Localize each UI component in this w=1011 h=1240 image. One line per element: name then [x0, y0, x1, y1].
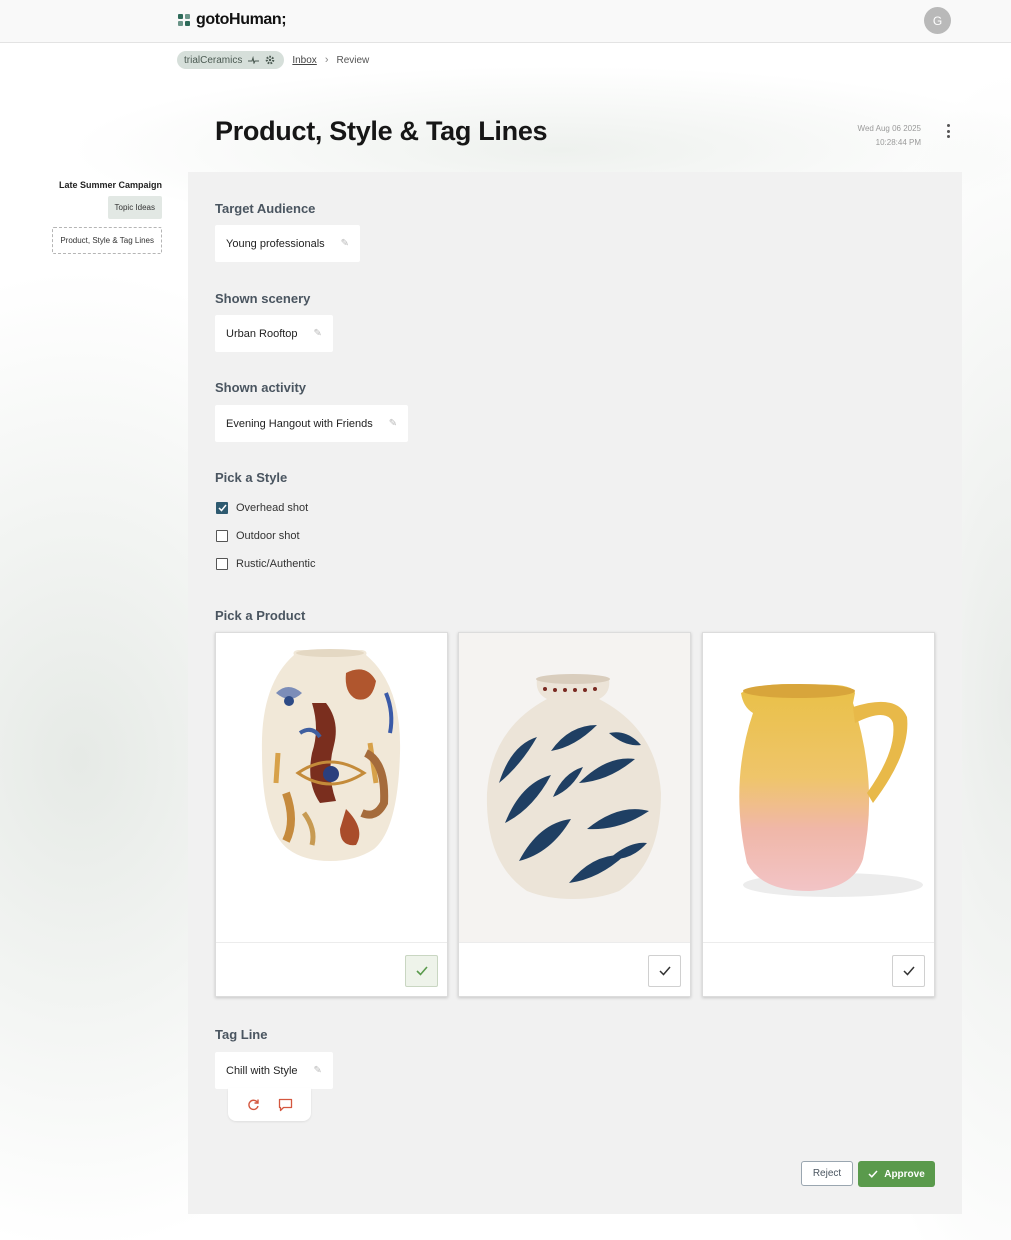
timestamp-date: Wed Aug 06 2025	[857, 124, 921, 133]
select-product-button[interactable]	[892, 955, 925, 987]
shown-activity-value: Evening Hangout with Friends	[226, 417, 373, 430]
breadcrumb-current: Review	[336, 54, 370, 66]
check-icon	[902, 966, 915, 976]
check-icon	[658, 966, 671, 976]
checkbox-icon[interactable]	[216, 558, 228, 570]
regenerate-icon[interactable]	[247, 1098, 260, 1111]
pencil-icon[interactable]: ✎	[314, 328, 322, 339]
target-audience-label: Target Audience	[215, 201, 316, 216]
pencil-icon[interactable]: ✎	[389, 418, 397, 429]
checkbox-checked-icon[interactable]	[216, 502, 228, 514]
chevron-right-icon: ›	[324, 54, 329, 66]
checkbox-icon[interactable]	[216, 530, 228, 542]
avatar[interactable]: G	[924, 7, 951, 34]
shown-activity-label: Shown activity	[215, 380, 307, 395]
page-title: Product, Style & Tag Lines	[215, 116, 548, 146]
breadcrumb-inbox-link[interactable]: Inbox	[292, 55, 316, 66]
tag-line-value: Chill with Style	[226, 1064, 298, 1077]
select-product-button[interactable]	[405, 955, 438, 987]
more-menu-icon[interactable]	[944, 124, 952, 138]
tag-line-tools	[228, 1088, 311, 1121]
product-card-pitcher[interactable]	[702, 632, 935, 997]
product-card-blue-leaf-vase[interactable]	[458, 632, 691, 997]
sidebar-item-topic-ideas[interactable]: Topic Ideas	[107, 196, 162, 219]
logo-mark-icon	[178, 13, 191, 27]
pick-product-label: Pick a Product	[215, 608, 306, 623]
timestamp: Wed Aug 06 2025 10:28:44 PM	[858, 122, 921, 150]
shown-scenery-label: Shown scenery	[215, 291, 311, 306]
timestamp-time: 10:28:44 PM	[875, 138, 921, 147]
product-image	[703, 633, 934, 942]
target-audience-value: Young professionals	[226, 237, 325, 250]
approve-label: Approve	[884, 1168, 925, 1180]
check-icon	[868, 1170, 878, 1178]
style-option-label: Overhead shot	[236, 502, 309, 514]
gear-icon[interactable]	[265, 55, 275, 65]
product-card-painted-vase[interactable]	[215, 632, 448, 997]
shown-scenery-field[interactable]: Urban Rooftop ✎	[215, 315, 333, 352]
style-option-label: Outdoor shot	[236, 530, 300, 542]
style-option-label: Rustic/Authentic	[236, 558, 316, 570]
logo-text: gotoHuman;	[196, 11, 287, 28]
tag-line-field[interactable]: Chill with Style ✎	[215, 1052, 333, 1089]
select-product-button[interactable]	[648, 955, 681, 987]
sidebar-heading: Late Summer Campaign	[58, 180, 162, 190]
switch-icon[interactable]	[248, 56, 260, 64]
comment-icon[interactable]	[278, 1098, 293, 1112]
product-card-footer	[703, 942, 934, 996]
product-image	[216, 633, 447, 942]
style-option-outdoor[interactable]: Outdoor shot	[216, 530, 300, 542]
org-pill[interactable]: trialCeramics	[177, 51, 285, 69]
blue-leaf-vase-image	[459, 633, 690, 942]
top-bar: gotoHuman; G	[0, 0, 1011, 43]
logo[interactable]: gotoHuman;	[178, 11, 287, 29]
approve-button[interactable]: Approve	[858, 1161, 935, 1187]
pencil-icon[interactable]: ✎	[314, 1065, 322, 1076]
pick-style-label: Pick a Style	[215, 470, 288, 485]
product-card-footer	[216, 942, 447, 996]
pencil-icon[interactable]: ✎	[341, 238, 349, 249]
painted-face-vase-image	[216, 633, 447, 942]
reject-button[interactable]: Reject	[801, 1161, 853, 1186]
target-audience-field[interactable]: Young professionals ✎	[215, 225, 361, 262]
yellow-pink-pitcher-image	[703, 633, 934, 942]
check-icon	[415, 966, 428, 976]
product-image	[459, 633, 690, 942]
product-card-footer	[459, 942, 690, 996]
shown-scenery-value: Urban Rooftop	[226, 327, 298, 340]
sidebar: Late Summer Campaign Topic Ideas Product…	[40, 180, 162, 262]
style-option-overhead[interactable]: Overhead shot	[216, 502, 308, 514]
style-option-rustic[interactable]: Rustic/Authentic	[216, 558, 315, 570]
org-name: trialCeramics	[184, 54, 243, 66]
shown-activity-field[interactable]: Evening Hangout with Friends ✎	[215, 405, 409, 442]
tag-line-label: Tag Line	[215, 1027, 268, 1042]
sidebar-item-product-style-tag-lines[interactable]: Product, Style & Tag Lines	[52, 227, 162, 254]
breadcrumb: trialCeramics Inbox › Review	[177, 51, 369, 69]
